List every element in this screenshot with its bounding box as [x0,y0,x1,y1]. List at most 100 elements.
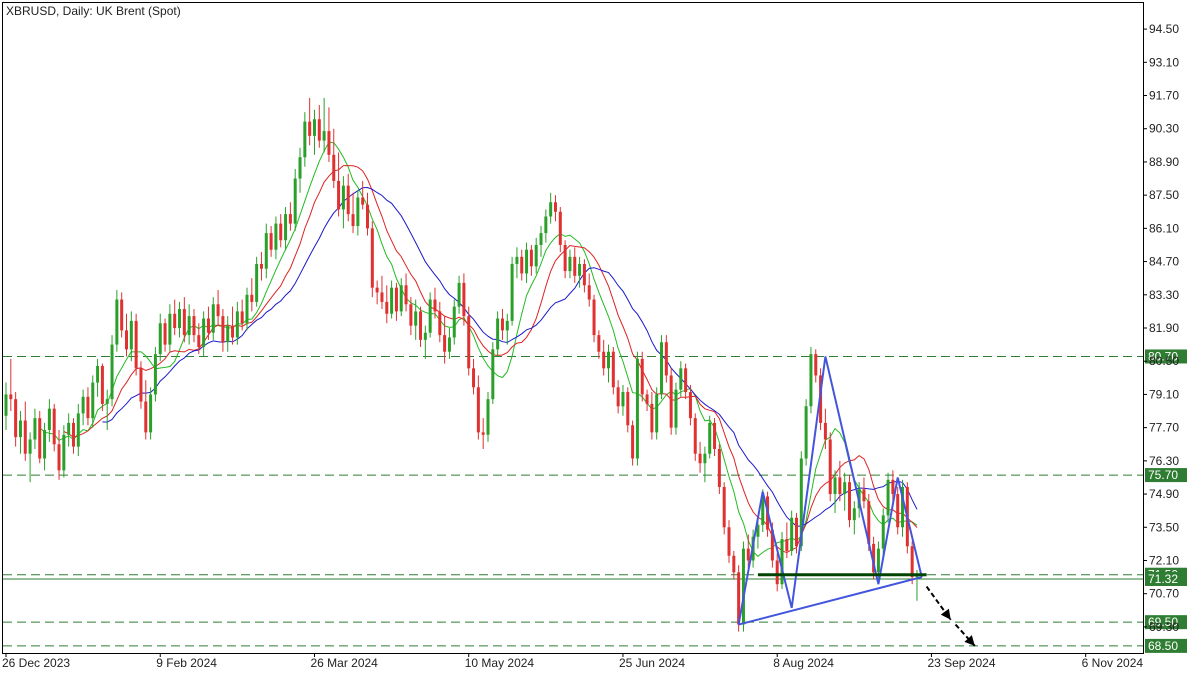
candle-body [472,368,476,388]
candle-body [486,399,490,435]
x-tick-label: 25 Jun 2024 [619,656,685,670]
candle-body [703,453,707,464]
candle-body [298,157,302,179]
candle-body [881,515,885,549]
candle-body [259,263,263,269]
candle-body [650,403,654,433]
candle-body [539,233,543,245]
candle-body [86,396,90,419]
candle-body [804,406,808,459]
candle-body [491,349,495,400]
y-tick-label: 84.70 [1149,255,1179,269]
candle-body [621,392,625,407]
chart-canvas[interactable]: 80.7075.7071.5071.3269.5068.50 94.5093.1… [0,0,1200,675]
y-tick-label: 69.30 [1149,620,1179,634]
candle-body [245,294,249,324]
candle-body [202,318,206,347]
candle-body [443,335,447,352]
candle-body [18,420,22,438]
candle-body [660,342,664,395]
candle-body [163,323,167,345]
candle-body [578,263,582,276]
level-label: 71.32 [1148,572,1178,586]
candle-body [838,477,842,495]
candle-body [713,422,717,449]
candle-body [269,233,273,250]
candle-body [187,316,191,336]
candle-body [404,285,408,305]
candle-body [250,294,254,302]
candle-body [341,185,345,210]
candle-body [462,282,466,317]
candle-body [823,422,827,440]
candle-body [351,214,355,226]
candle-body [698,453,702,464]
y-tick-label: 81.90 [1149,321,1179,335]
candle-body [505,320,509,331]
candle-body [375,287,379,293]
candle-body [674,389,678,428]
candle-body [457,282,461,307]
y-tick-label: 93.10 [1149,55,1179,69]
y-tick-label: 87.50 [1149,188,1179,202]
candle-body [862,489,866,502]
candle-body [173,313,177,328]
candle-body [279,223,283,241]
candle-body [149,394,153,433]
candle-body [211,304,215,333]
candle-body [129,320,133,350]
candle-body [366,204,369,229]
y-tick-label: 73.50 [1149,520,1179,534]
candle-body [231,325,235,338]
y-tick-label: 86.10 [1149,221,1179,235]
candle-body [216,304,220,317]
candle-body [394,287,398,312]
candle-body [722,486,726,528]
candle-body [794,517,798,547]
candle-body [746,548,750,561]
candle-body [708,422,712,454]
y-tick-label: 91.70 [1149,89,1179,103]
candle-body [500,318,504,331]
candle-body [891,479,895,495]
candle-body [139,368,143,402]
candle-body [125,330,128,350]
candle-body [337,180,341,210]
candle-body [631,425,635,459]
candle-body [293,178,297,224]
candle-body [409,304,413,326]
candle-body [833,477,837,495]
candle-body [120,299,124,331]
candle-body [153,354,157,395]
candle-body [110,344,114,400]
candle-body [645,394,649,404]
x-tick-label: 9 Feb 2024 [156,656,217,670]
candle-body [510,263,514,321]
candle-body [322,131,326,141]
candle-body [399,285,403,312]
candle-body [385,301,389,314]
candle-body [67,422,71,435]
y-tick-label: 90.30 [1149,122,1179,136]
candle-body [134,320,138,369]
candle-body [553,202,557,212]
candle-body [414,311,418,326]
candle-body [332,154,336,181]
candle-body [105,399,109,404]
candle-body [96,365,100,383]
candle-body [896,494,900,528]
y-tick-label: 83.30 [1149,288,1179,302]
candle-body [828,439,832,495]
candle-body [544,216,548,234]
candle-body [57,444,61,471]
candle-body [115,299,119,345]
candle-body [178,309,182,328]
candle-body [380,292,384,302]
price-chart[interactable]: 80.7075.7071.5071.3269.5068.50 94.5093.1… [0,0,1200,675]
candle-body [852,508,856,521]
candle-body [192,316,196,336]
candle-body [312,119,316,136]
candle-body [727,527,731,556]
candle-body [370,228,374,288]
y-tick-label: 80.50 [1149,354,1179,368]
